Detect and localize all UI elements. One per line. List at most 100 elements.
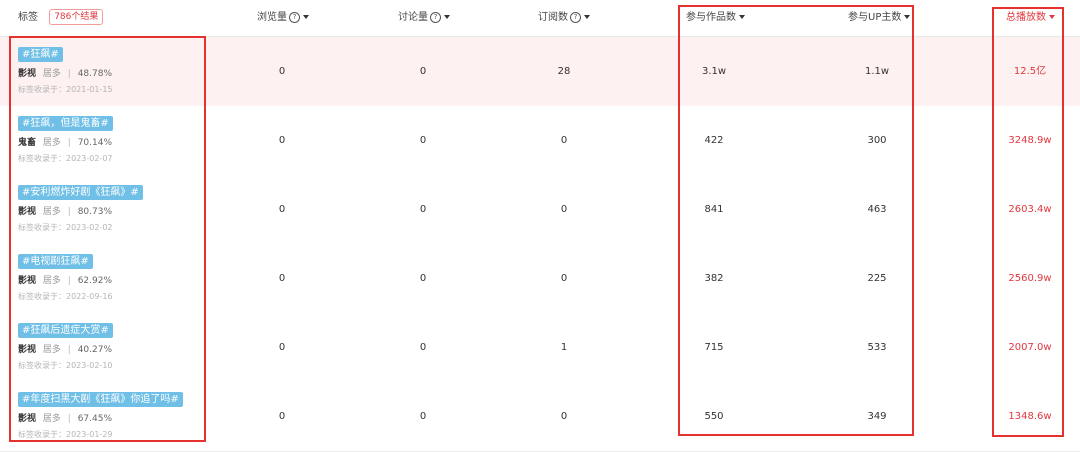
total-plays-column-header[interactable]: 总播放数 — [1006, 0, 1055, 36]
date-label: 标签收录于： — [18, 223, 66, 232]
date-value: 2021-01-15 — [66, 85, 113, 94]
up-owners-column-header[interactable]: 参与UP主数 — [848, 0, 911, 36]
collected-date: 标签收录于：2023-01-29 — [18, 429, 113, 440]
discussions-column-label: 讨论量 — [398, 12, 428, 23]
tag-chip[interactable]: #狂飙# — [18, 47, 63, 62]
up-owners-value: 533 — [867, 342, 887, 353]
total-plays-value: 2603.4w — [1008, 204, 1052, 215]
tag-meta: 影视 居多 | 80.73% — [18, 206, 112, 218]
meta-separator: | — [67, 345, 71, 355]
date-value: 2022-09-16 — [66, 292, 113, 301]
date-label: 标签收录于： — [18, 85, 66, 94]
tag-meta: 鬼畜 居多 | 70.14% — [18, 137, 112, 149]
help-icon[interactable]: ? — [430, 12, 441, 23]
date-value: 2023-01-29 — [66, 430, 113, 439]
subscriptions-value: 1 — [560, 342, 568, 353]
up-owners-value: 349 — [867, 411, 887, 422]
discussions-value: 0 — [419, 204, 427, 215]
views-value: 0 — [278, 273, 286, 284]
share-label: 居多 — [42, 276, 61, 286]
discussions-value: 0 — [419, 273, 427, 284]
help-icon[interactable]: ? — [289, 12, 300, 23]
views-value: 0 — [278, 204, 286, 215]
tag-meta: 影视 居多 | 48.78% — [18, 68, 112, 80]
discussions-column-header[interactable]: 讨论量? — [398, 0, 450, 36]
sort-caret-icon[interactable] — [584, 15, 590, 19]
share-percent: 67.45% — [77, 414, 113, 424]
meta-separator: | — [67, 414, 71, 424]
category-label: 影视 — [18, 276, 37, 286]
category-label: 影视 — [18, 69, 37, 79]
works-value: 841 — [704, 204, 724, 215]
help-icon[interactable]: ? — [570, 12, 581, 23]
works-column-label: 参与作品数 — [686, 12, 736, 23]
works-value: 715 — [704, 342, 724, 353]
meta-separator: | — [67, 207, 71, 217]
table-row[interactable]: #年度扫黑大剧《狂飙》你追了吗# 影视 居多 | 67.45% 标签收录于：20… — [0, 382, 1080, 452]
subscriptions-value: 0 — [560, 411, 568, 422]
subscriptions-value: 0 — [560, 273, 568, 284]
tag-chip[interactable]: #狂飙后遗症大赏# — [18, 323, 113, 338]
meta-separator: | — [67, 69, 71, 79]
tag-chip[interactable]: #安利燃炸好剧《狂飙》# — [18, 185, 143, 200]
date-label: 标签收录于： — [18, 430, 66, 439]
subscriptions-column-header[interactable]: 订阅数? — [538, 0, 590, 36]
share-percent: 62.92% — [77, 276, 113, 286]
total-plays-value: 2560.9w — [1008, 273, 1052, 284]
table-row[interactable]: #安利燃炸好剧《狂飙》# 影视 居多 | 80.73% 标签收录于：2023-0… — [0, 175, 1080, 245]
collected-date: 标签收录于：2023-02-07 — [18, 153, 113, 164]
tag-chip[interactable]: #狂飙，但是鬼畜# — [18, 116, 113, 131]
up-owners-value: 463 — [867, 204, 887, 215]
views-column-header[interactable]: 浏览量? — [257, 0, 309, 36]
works-column-header[interactable]: 参与作品数 — [686, 0, 745, 36]
share-label: 居多 — [42, 345, 61, 355]
up-owners-value: 225 — [867, 273, 887, 284]
table-row[interactable]: #狂飙，但是鬼畜# 鬼畜 居多 | 70.14% 标签收录于：2023-02-0… — [0, 106, 1080, 176]
share-label: 居多 — [42, 138, 61, 148]
tag-column-header: 标签 786个结果 — [18, 0, 104, 36]
collected-date: 标签收录于：2023-02-02 — [18, 222, 113, 233]
category-label: 影视 — [18, 207, 37, 217]
sort-caret-icon[interactable] — [739, 15, 745, 19]
subscriptions-value: 0 — [560, 135, 568, 146]
share-percent: 80.73% — [77, 207, 113, 217]
category-label: 影视 — [18, 345, 37, 355]
views-value: 0 — [278, 66, 286, 77]
discussions-value: 0 — [419, 66, 427, 77]
total-plays-column-label: 总播放数 — [1006, 12, 1046, 23]
subscriptions-column-label: 订阅数 — [538, 12, 568, 23]
tag-chip[interactable]: #电视剧狂飙# — [18, 254, 93, 269]
share-label: 居多 — [42, 69, 61, 79]
tag-meta: 影视 居多 | 62.92% — [18, 275, 112, 287]
share-label: 居多 — [42, 414, 61, 424]
date-value: 2023-02-02 — [66, 223, 113, 232]
sort-caret-icon[interactable] — [1049, 15, 1055, 19]
table-row[interactable]: #电视剧狂飙# 影视 居多 | 62.92% 标签收录于：2022-09-16 … — [0, 244, 1080, 314]
share-percent: 40.27% — [77, 345, 113, 355]
sort-caret-icon[interactable] — [904, 15, 911, 19]
sort-caret-icon[interactable] — [303, 15, 309, 19]
tag-chip[interactable]: #年度扫黑大剧《狂飙》你追了吗# — [18, 392, 183, 407]
works-value: 382 — [704, 273, 724, 284]
subscriptions-value: 28 — [557, 66, 571, 77]
total-plays-value: 1348.6w — [1008, 411, 1052, 422]
total-plays-value: 2007.0w — [1008, 342, 1052, 353]
table-row[interactable]: #狂飙后遗症大赏# 影视 居多 | 40.27% 标签收录于：2023-02-1… — [0, 313, 1080, 383]
date-value: 2023-02-07 — [66, 154, 113, 163]
tag-meta: 影视 居多 | 67.45% — [18, 413, 112, 425]
views-value: 0 — [278, 342, 286, 353]
views-value: 0 — [278, 411, 286, 422]
tag-meta: 影视 居多 | 40.27% — [18, 344, 112, 356]
up-owners-value: 300 — [867, 135, 887, 146]
collected-date: 标签收录于：2021-01-15 — [18, 84, 113, 95]
share-percent: 70.14% — [77, 138, 113, 148]
views-column-label: 浏览量 — [257, 12, 287, 23]
collected-date: 标签收录于：2023-02-10 — [18, 360, 113, 371]
discussions-value: 0 — [419, 342, 427, 353]
share-label: 居多 — [42, 207, 61, 217]
discussions-value: 0 — [419, 411, 427, 422]
sort-caret-icon[interactable] — [444, 15, 450, 19]
works-value: 550 — [704, 411, 724, 422]
table-row[interactable]: #狂飙# 影视 居多 | 48.78% 标签收录于：2021-01-15 0 0… — [0, 37, 1080, 107]
total-plays-value: 3248.9w — [1008, 135, 1052, 146]
